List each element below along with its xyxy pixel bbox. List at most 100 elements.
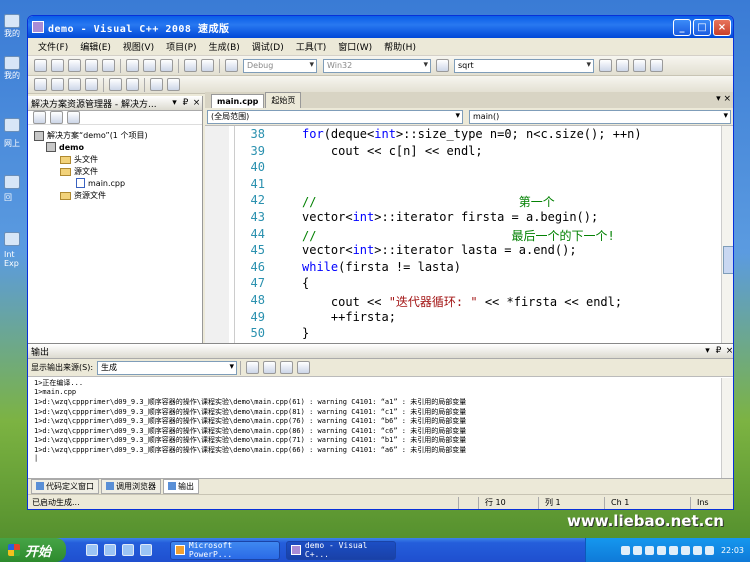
open-file-icon[interactable] (68, 59, 81, 72)
find-icon[interactable] (436, 59, 449, 72)
tab-start-page[interactable]: 起始页 (265, 92, 302, 108)
desktop-icon-recycle[interactable] (4, 175, 26, 193)
cut-icon[interactable] (126, 59, 139, 72)
taskbar-button-visual-cpp[interactable]: demo - Visual C+... (286, 540, 396, 560)
menu-view[interactable]: 视图(V) (117, 40, 160, 53)
config-combo[interactable]: Debug (243, 58, 317, 73)
tab-code-definition[interactable]: 代码定义窗口 (31, 478, 99, 494)
tree-item-project[interactable]: demo (46, 142, 84, 152)
save-icon[interactable] (85, 59, 98, 72)
maximize-button[interactable]: □ (693, 18, 711, 36)
scrollbar-thumb[interactable] (723, 246, 733, 274)
pin-icon[interactable]: ₽ (180, 98, 191, 108)
call-browser-icon (106, 482, 114, 490)
media-player-icon[interactable] (104, 544, 116, 556)
dropdown-icon[interactable]: ▾ (702, 346, 713, 356)
start-debug-icon[interactable] (225, 59, 238, 72)
tray-icon[interactable] (620, 545, 630, 555)
toggle-bookmark-icon[interactable] (34, 78, 47, 91)
show-all-files-icon[interactable] (50, 111, 63, 124)
code-area[interactable]: 38 for(deque<int>::size_type n=0; n<c.siz… (205, 126, 733, 359)
solution-explorer-icon[interactable] (599, 59, 612, 72)
desktop-icon-network[interactable] (4, 118, 26, 136)
properties-icon[interactable] (616, 59, 629, 72)
undo-icon[interactable] (184, 59, 197, 72)
output-title[interactable]: 输出 ▾ ₽ × (28, 344, 733, 359)
tray-icon[interactable] (668, 545, 678, 555)
goto-next-icon[interactable] (263, 361, 277, 374)
close-icon[interactable]: × (191, 98, 202, 108)
tree-item-solution[interactable]: 解决方案“demo”(1 个项目) (34, 130, 148, 141)
prev-bookmark-icon[interactable] (51, 78, 64, 91)
ie-quicklaunch-icon[interactable] (140, 544, 152, 556)
tab-controls[interactable]: ▾ × (716, 94, 731, 104)
goto-prev-icon[interactable] (246, 361, 260, 374)
toolbox-icon[interactable] (633, 59, 646, 72)
line-gutter[interactable] (205, 126, 229, 359)
menu-file[interactable]: 文件(F) (32, 40, 74, 53)
menu-debug[interactable]: 调试(D) (246, 40, 290, 53)
tree-item-main-cpp[interactable]: main.cpp (76, 178, 125, 188)
function-combo[interactable]: main() (469, 109, 731, 124)
save-all-icon[interactable] (102, 59, 115, 72)
platform-combo[interactable]: Win32 (323, 58, 431, 73)
desktop-icon-ie[interactable] (4, 232, 26, 250)
menu-help[interactable]: 帮助(H) (378, 40, 422, 53)
tray-icon[interactable] (644, 545, 654, 555)
outline-margin[interactable] (229, 126, 235, 359)
pin-icon[interactable]: ₽ (713, 346, 724, 356)
close-icon[interactable]: × (724, 346, 733, 356)
line-number: 39 (250, 143, 265, 158)
tree-item-resource-files[interactable]: 资源文件 (60, 190, 106, 201)
new-project-icon[interactable] (34, 59, 47, 72)
cpp-file-icon (76, 178, 85, 188)
menu-build[interactable]: 生成(B) (203, 40, 246, 53)
output-text[interactable]: 1>正在编译... 1>main.cpp 1>d:\wzq\cppprimer\… (34, 378, 466, 464)
menu-window[interactable]: 窗口(W) (332, 40, 378, 53)
menu-edit[interactable]: 编辑(E) (74, 40, 117, 53)
editor-scrollbar[interactable] (721, 126, 733, 359)
network-icon[interactable] (704, 545, 714, 555)
options-icon[interactable] (650, 59, 663, 72)
refresh-icon[interactable] (67, 111, 80, 124)
properties-icon[interactable] (33, 111, 46, 124)
menu-tools[interactable]: 工具(T) (290, 40, 333, 53)
close-button[interactable]: × (713, 18, 731, 36)
start-button[interactable]: 开始 (0, 538, 66, 562)
clear-all-icon[interactable] (280, 361, 294, 374)
tab-output[interactable]: 输出 (163, 478, 199, 494)
solution-explorer-title[interactable]: 解决方案资源管理器 - 解决方... ▾ ₽ × (28, 96, 202, 111)
show-desktop-icon[interactable] (86, 544, 98, 556)
outdent-icon[interactable] (167, 78, 180, 91)
output-line: 1>main.cpp (34, 387, 77, 396)
menu-project[interactable]: 项目(P) (160, 40, 202, 53)
next-bookmark-icon[interactable] (68, 78, 81, 91)
dropdown-icon[interactable]: ▾ (169, 98, 180, 108)
add-item-icon[interactable] (51, 59, 64, 72)
title-bar[interactable]: demo - Visual C++ 2008 速成版 _ □ × (28, 16, 733, 38)
clear-bookmarks-icon[interactable] (85, 78, 98, 91)
indent-icon[interactable] (150, 78, 163, 91)
tree-item-source-files[interactable]: 源文件 (60, 166, 98, 177)
tray-icon[interactable] (632, 545, 642, 555)
comment-icon[interactable] (109, 78, 122, 91)
messenger-icon[interactable] (122, 544, 134, 556)
uncomment-icon[interactable] (126, 78, 139, 91)
clock[interactable]: 22:03 (721, 546, 744, 555)
redo-icon[interactable] (201, 59, 214, 72)
output-scrollbar[interactable] (721, 378, 733, 478)
word-wrap-icon[interactable] (297, 361, 311, 374)
find-combo[interactable]: sqrt (454, 58, 594, 73)
output-source-combo[interactable]: 生成 (97, 360, 238, 375)
tree-item-header-files[interactable]: 头文件 (60, 154, 98, 165)
tab-call-browser[interactable]: 调用浏览器 (101, 478, 161, 494)
scope-combo[interactable]: (全局范围) (207, 109, 463, 124)
copy-icon[interactable] (143, 59, 156, 72)
tray-icon[interactable] (656, 545, 666, 555)
taskbar-button-powerpoint[interactable]: Microsoft PowerP... (170, 540, 280, 560)
tray-icon[interactable] (680, 545, 690, 555)
paste-icon[interactable] (160, 59, 173, 72)
minimize-button[interactable]: _ (673, 18, 691, 36)
tab-main-cpp[interactable]: main.cpp (211, 94, 265, 108)
volume-icon[interactable] (692, 545, 702, 555)
